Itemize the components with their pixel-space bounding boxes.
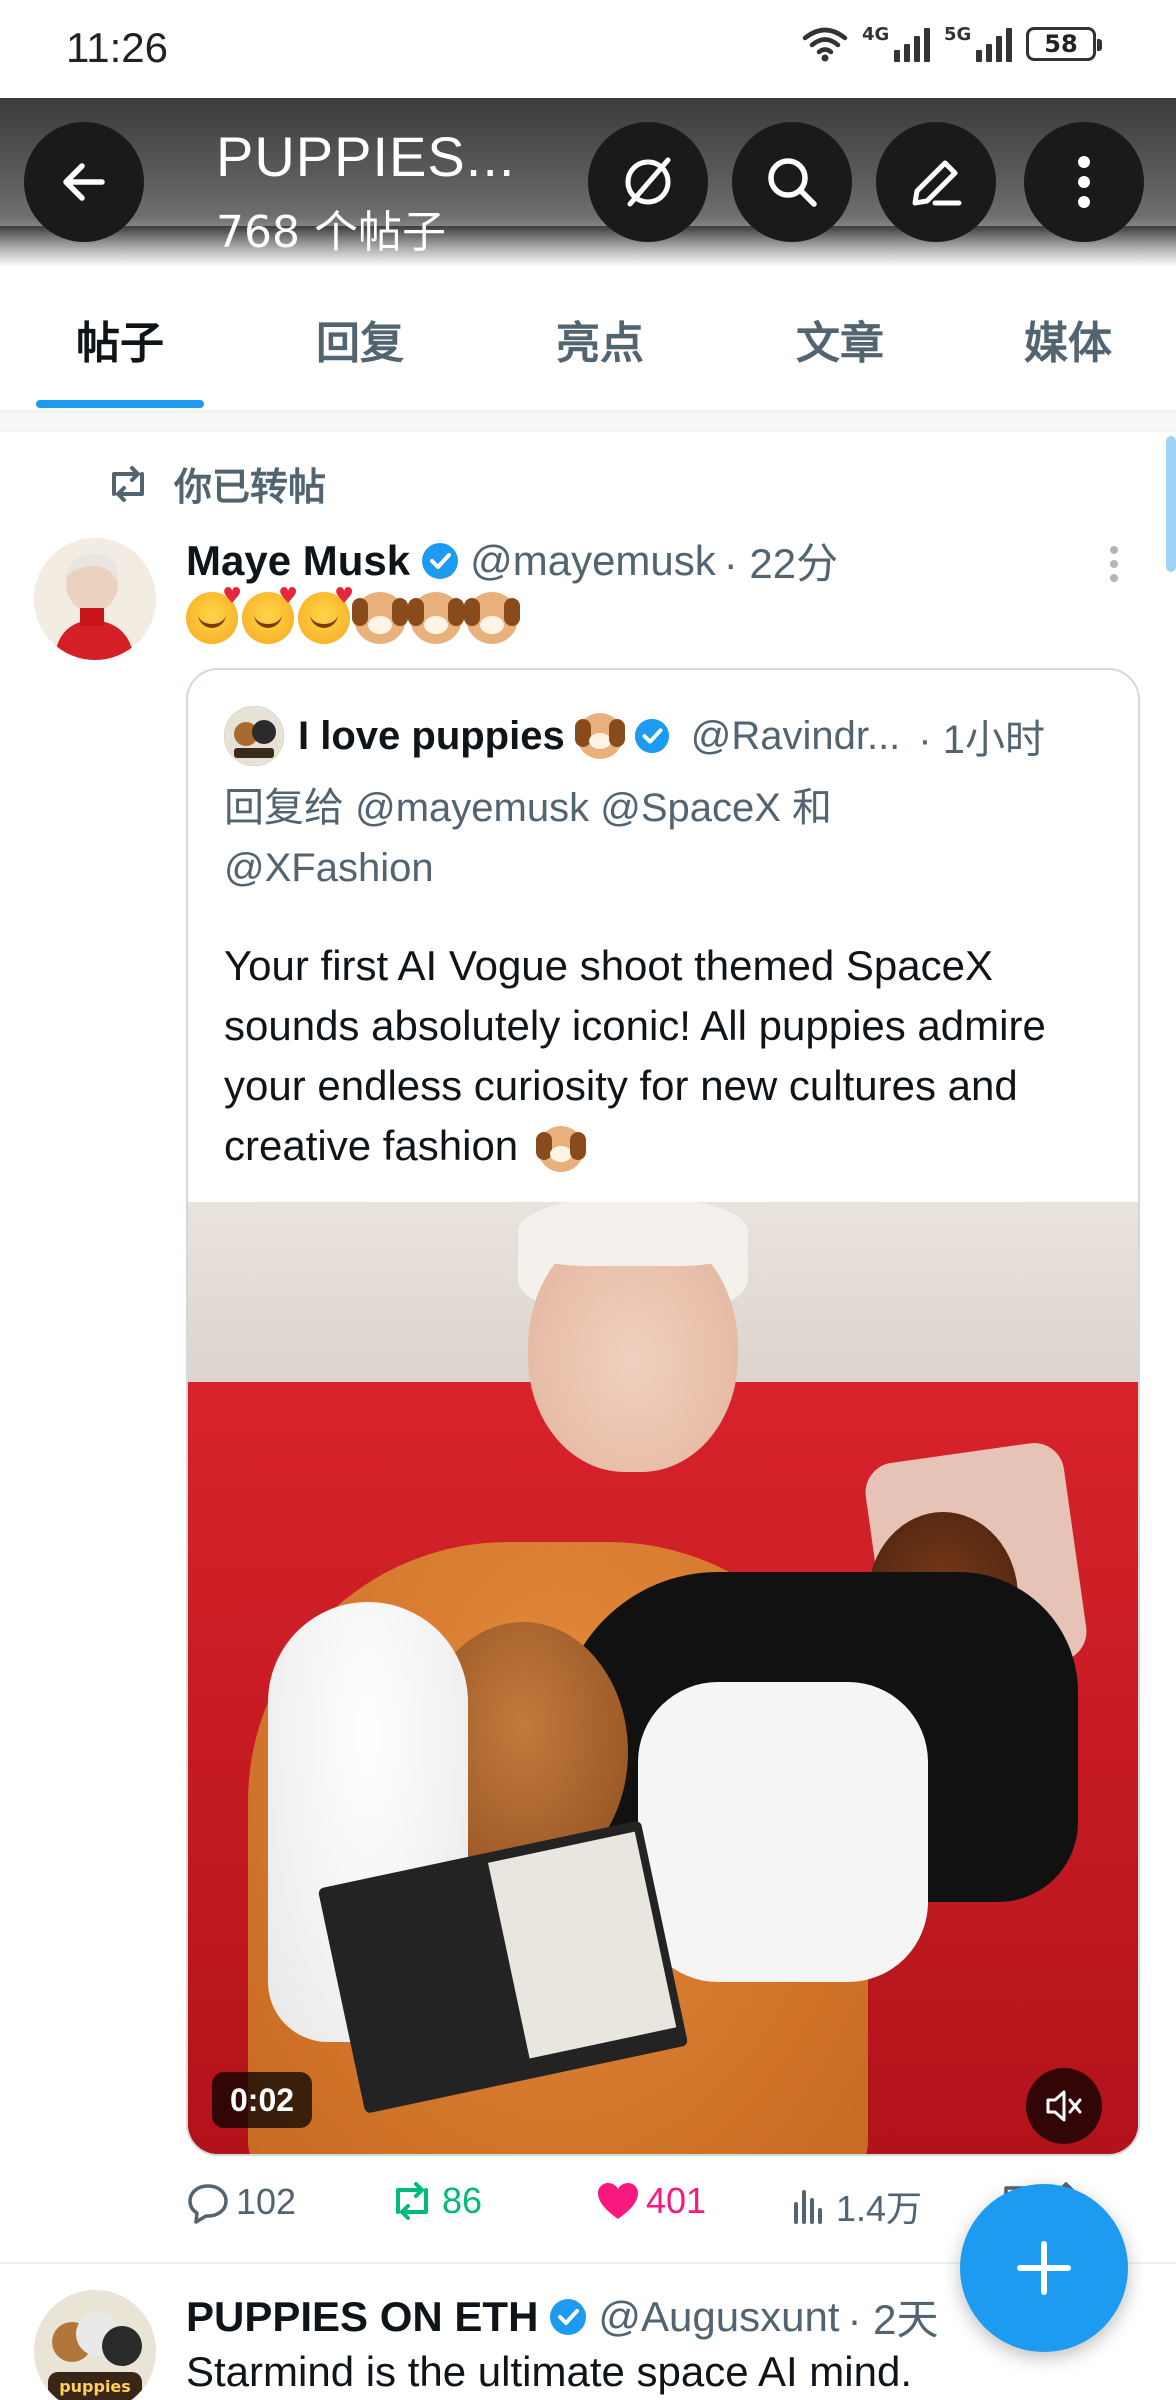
dog-face-icon: [464, 592, 520, 644]
verified-badge-icon: [633, 717, 671, 755]
profile-tabs: 帖子 回复 亮点 文章 媒体: [0, 266, 1176, 412]
reply-button[interactable]: 102: [186, 2180, 296, 2224]
grok-button[interactable]: [588, 122, 708, 242]
tab-posts[interactable]: 帖子: [0, 266, 240, 412]
network-4g-label: 4G: [862, 24, 890, 45]
back-button[interactable]: [24, 122, 144, 242]
header-banner: [0, 226, 1176, 266]
reply-count: 102: [236, 2181, 297, 2222]
more-vertical-icon: [1078, 156, 1090, 208]
verified-badge-icon: [548, 2297, 588, 2337]
battery-icon: 58: [1026, 27, 1102, 61]
scrollbar[interactable]: [1166, 436, 1176, 572]
mute-button[interactable]: [1026, 2068, 1102, 2144]
more-button[interactable]: [1024, 122, 1144, 242]
svg-text:puppies: puppies: [59, 2377, 131, 2396]
plus-icon: [1017, 2241, 1071, 2295]
grok-icon: [625, 157, 671, 207]
author-handle[interactable]: @mayemusk: [470, 537, 716, 585]
tab-separator: [0, 412, 1176, 432]
search-button[interactable]: [732, 122, 852, 242]
quoted-tweet-time: · 1小时: [918, 718, 1045, 762]
status-time: 11:26: [66, 24, 168, 71]
dog-face-icon: [535, 1125, 586, 1172]
quoted-tweet-card[interactable]: I love puppies @Ravindr... · 1小时 回复给 @ma…: [186, 668, 1140, 2156]
tab-articles-label: 文章: [796, 318, 884, 369]
like-count: 401: [646, 2180, 707, 2221]
smiling-face-with-hearts-icon: [242, 584, 298, 644]
video-timestamp: 0:02: [212, 2072, 313, 2128]
more-vertical-icon: [1110, 546, 1118, 582]
repost-icon: [112, 465, 144, 502]
tab-articles[interactable]: 文章: [720, 266, 960, 412]
wifi-icon: [802, 27, 848, 62]
dog-face-icon: [352, 592, 408, 644]
tab-replies[interactable]: 回复: [240, 266, 480, 412]
dog-face-icon: [408, 592, 464, 644]
tweet-time: · 22分: [723, 540, 839, 587]
search-icon: [768, 158, 817, 207]
next-author-name[interactable]: PUPPIES ON ETH: [186, 2293, 538, 2341]
quoted-author-avatar[interactable]: [224, 706, 284, 766]
tweet-text-emojis: [186, 584, 520, 644]
next-author-avatar[interactable]: puppies: [34, 2290, 156, 2400]
next-tweet-time: · 2天: [847, 2296, 939, 2343]
battery-level: 58: [1044, 30, 1078, 58]
smiling-face-with-hearts-icon: [298, 584, 354, 644]
avatar-image: [34, 538, 156, 660]
repost-button[interactable]: 86: [388, 2180, 482, 2222]
reply-context-line-2[interactable]: @XFashion: [224, 838, 1084, 898]
smiling-face-with-hearts-icon: [186, 584, 242, 644]
tab-highlights-label: 亮点: [556, 318, 644, 369]
tab-media-label: 媒体: [1024, 318, 1112, 369]
arrow-left-icon: [63, 163, 105, 201]
verified-badge-icon: [420, 541, 460, 581]
author-name[interactable]: Maye Musk: [186, 537, 410, 585]
repost-indicator: 你已转帖: [104, 456, 326, 511]
tab-replies-label: 回复: [316, 318, 404, 369]
quoted-tweet-text: Your first AI Vogue shoot themed SpaceX …: [224, 936, 1104, 1176]
edit-button[interactable]: [876, 122, 996, 242]
dog-face-icon: [574, 713, 625, 759]
compose-post-button[interactable]: [960, 2184, 1128, 2352]
next-tweet-header: PUPPIES ON ETH @Augusxunt · 2天: [186, 2286, 939, 2347]
video-time: 0:02: [230, 2081, 295, 2118]
quoted-author-handle[interactable]: @Ravindr...: [691, 714, 901, 759]
repost-label: 你已转帖: [174, 465, 327, 509]
tab-media[interactable]: 媒体: [960, 266, 1176, 412]
author-avatar[interactable]: [34, 538, 156, 660]
tweet-more-button[interactable]: [1104, 540, 1124, 594]
status-bar: 11:26 4G 5G 58: [0, 0, 1176, 98]
views-chart-icon: [794, 2190, 822, 2224]
next-tweet-text: Starmind is the ultimate space AI mind.: [186, 2348, 912, 2395]
quoted-tweet-body: Your first AI Vogue shoot themed SpaceX …: [224, 942, 1046, 1169]
views-button[interactable]: 1.4万: [790, 2180, 922, 2232]
tab-highlights[interactable]: 亮点: [480, 266, 720, 412]
signal-4g-icon: 4G: [862, 24, 930, 62]
like-button[interactable]: 401: [596, 2180, 706, 2222]
post-count: 768 个帖子: [216, 207, 446, 258]
reply-icon: [188, 2184, 228, 2224]
reply-context-line-1[interactable]: 回复给 @mayemusk @SpaceX 和: [224, 778, 1084, 838]
status-icons: 4G 5G 58: [802, 24, 1102, 62]
volume-muted-icon: [1046, 2090, 1082, 2122]
page-title: PUPPIES...: [216, 125, 516, 188]
repost-icon: [396, 2182, 428, 2220]
quoted-author-name[interactable]: I love puppies: [298, 714, 565, 759]
profile-header: PUPPIES... 768 个帖子: [0, 98, 1176, 266]
tweet-header: Maye Musk @mayemusk · 22分: [186, 530, 838, 591]
heart-icon: [598, 2183, 638, 2219]
reply-context: 回复给 @mayemusk @SpaceX 和 @XFashion: [224, 778, 1084, 898]
video-player[interactable]: 0:02: [188, 1202, 1138, 2154]
repost-count: 86: [442, 2180, 483, 2221]
active-tab-indicator: [36, 400, 204, 408]
next-author-handle[interactable]: @Augusxunt: [598, 2293, 839, 2341]
view-count: 1.4万: [836, 2188, 923, 2229]
tab-posts-label: 帖子: [76, 318, 164, 369]
signal-5g-icon: 5G: [944, 24, 1012, 62]
pencil-icon: [912, 160, 962, 206]
quoted-tweet-header: I love puppies @Ravindr... · 1小时: [224, 706, 1045, 766]
network-5g-label: 5G: [944, 24, 972, 45]
avatar-image: puppies: [34, 2290, 156, 2400]
